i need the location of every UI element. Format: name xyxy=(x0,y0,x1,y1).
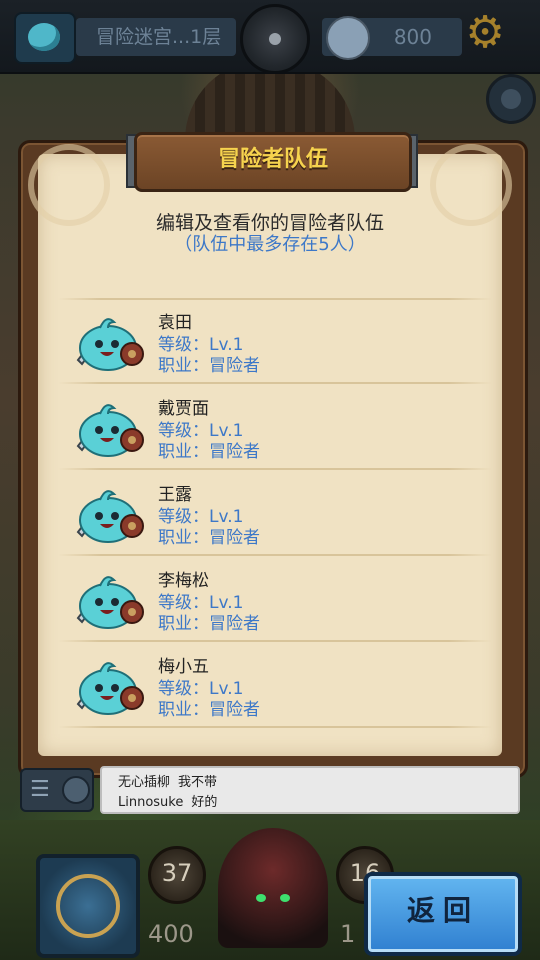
party-member-row[interactable]: 梅小五 等级：Lv.1 职业：冒险者 xyxy=(38,642,502,728)
slime-adventurer-icon xyxy=(76,662,144,715)
boss-eye xyxy=(280,894,290,902)
minimap-icon xyxy=(501,89,521,109)
member-job: 职业：冒险者 xyxy=(158,442,260,462)
slime-adventurer-icon xyxy=(76,318,144,371)
chat-user: 无心插柳 xyxy=(118,775,171,790)
chat-message: 无心插柳 我不带 xyxy=(118,771,217,790)
chat-menu-icon xyxy=(62,776,90,804)
slime-adventurer-icon xyxy=(76,576,144,629)
orb-dot xyxy=(269,33,281,45)
chat-box[interactable]: 无心插柳 我不带 Linnosuke 好的 xyxy=(100,766,520,814)
chat-text: 我不带 xyxy=(178,775,218,790)
member-job: 职业：冒险者 xyxy=(158,528,260,548)
member-job: 职业：冒险者 xyxy=(158,356,260,376)
party-member-row[interactable]: 戴贾面 等级：Lv.1 职业：冒险者 xyxy=(38,384,502,470)
gear-icon[interactable]: ⚙ xyxy=(462,10,508,56)
slime-avatar-icon xyxy=(28,23,60,51)
minimap-button[interactable] xyxy=(486,74,536,124)
menu-icon: ☰ xyxy=(30,777,50,802)
hero-portrait[interactable] xyxy=(36,854,140,958)
party-member-row[interactable]: 袁田 等级：Lv.1 职业：冒险者 xyxy=(38,298,502,384)
member-job: 职业：冒险者 xyxy=(158,700,260,720)
slime-adventurer-icon xyxy=(76,490,144,543)
party-limit-note: （队伍中最多存在5人） xyxy=(174,234,366,255)
boss-portrait[interactable] xyxy=(218,828,328,948)
chat-message: Linnosuke 好的 xyxy=(118,791,217,810)
boss-eye xyxy=(256,894,266,902)
member-job: 职业：冒险者 xyxy=(158,614,260,634)
player-avatar-icon[interactable] xyxy=(14,12,76,64)
back-button[interactable]: 返回 xyxy=(364,872,522,956)
chat-menu-button[interactable]: ☰ xyxy=(20,768,94,812)
chat-user: Linnosuke xyxy=(118,795,184,810)
chat-text: 好的 xyxy=(191,795,218,810)
party-member-row[interactable]: 王露 等级：Lv.1 职业：冒险者 xyxy=(38,470,502,556)
party-member-row[interactable]: 李梅松 等级：Lv.1 职业：冒险者 xyxy=(38,556,502,642)
attack-stat: 37 xyxy=(148,846,206,904)
top-bar: 冒险迷宫...1层 800 ⚙ xyxy=(0,0,540,74)
dialog-title: 冒险者队伍 xyxy=(134,132,412,192)
secondary-stat: 1 xyxy=(340,920,356,948)
location-label: 冒险迷宫...1层 xyxy=(76,18,236,56)
compass-icon xyxy=(56,874,120,938)
map-orb-icon[interactable] xyxy=(240,4,310,74)
slime-adventurer-icon xyxy=(76,404,144,457)
currency-icon xyxy=(326,16,370,60)
party-list: 袁田 等级：Lv.1 职业：冒险者 戴贾面 等级：Lv.1 职业：冒险者 王露 … xyxy=(38,298,502,728)
hp-stat: 400 xyxy=(148,920,194,948)
